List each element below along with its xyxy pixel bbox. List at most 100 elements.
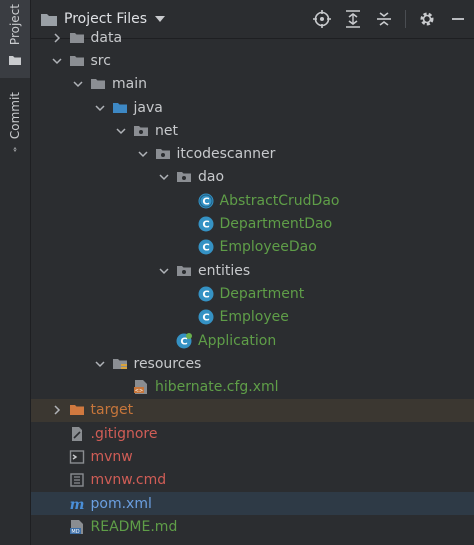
tree-node-label: EmployeeDao xyxy=(219,239,317,256)
class-icon: C xyxy=(198,216,214,232)
commit-icon xyxy=(13,147,17,152)
chevron-down-icon[interactable] xyxy=(158,265,170,277)
svg-text:C: C xyxy=(202,313,209,324)
chevron-right-icon[interactable] xyxy=(51,32,63,44)
svg-text:C: C xyxy=(202,220,209,231)
chevron-down-icon[interactable] xyxy=(94,102,106,114)
project-tree: data src main java net itcodescanner dao C Abstr… xyxy=(31,26,474,539)
abstract-class-icon: C xyxy=(198,193,214,209)
package-icon xyxy=(155,146,171,162)
svg-text:m: m xyxy=(69,497,84,512)
tree-node[interactable]: data xyxy=(31,26,474,49)
chevron-down-icon[interactable] xyxy=(137,148,149,160)
tree-node-label: .gitignore xyxy=(90,425,158,442)
tree-node[interactable]: C DepartmentDao xyxy=(31,212,474,235)
tree-node[interactable]: main xyxy=(31,73,474,96)
tree-node[interactable]: C EmployeeDao xyxy=(31,236,474,259)
tree-node[interactable]: mvnw xyxy=(31,445,474,468)
tree-node-label: dao xyxy=(198,169,225,186)
tree-node-label: pom.xml xyxy=(90,495,152,512)
folder-icon xyxy=(69,53,85,69)
chevron-down-icon xyxy=(155,16,166,22)
source-folder-icon xyxy=(112,100,128,116)
project-tool-tab[interactable]: Project xyxy=(0,0,30,78)
text-file-icon xyxy=(69,472,85,488)
tool-window-strip: Project Commit xyxy=(0,0,31,545)
view-selector[interactable]: Project Files xyxy=(41,11,166,27)
chevron-right-icon[interactable] xyxy=(51,404,63,416)
tree-node-label: DepartmentDao xyxy=(219,216,333,233)
svg-text:C: C xyxy=(202,243,209,254)
class-icon: C xyxy=(198,239,214,255)
tree-node[interactable]: C Department xyxy=(31,282,474,305)
tree-node-label: AbstractCrudDao xyxy=(219,192,340,209)
tree-node[interactable]: C Application xyxy=(31,329,474,352)
tree-node[interactable]: target xyxy=(31,398,474,423)
chevron-down-icon[interactable] xyxy=(72,78,84,90)
svg-text:C: C xyxy=(202,196,209,207)
class-icon: C xyxy=(198,286,214,302)
commit-tool-tab[interactable]: Commit xyxy=(0,88,30,158)
chevron-down-icon[interactable] xyxy=(115,125,127,137)
tree-node-label: java xyxy=(133,99,163,116)
tree-node-label: data xyxy=(90,29,123,46)
excluded-folder-icon xyxy=(69,402,85,418)
resources-folder-icon xyxy=(112,356,128,372)
tree-node[interactable]: .gitignore xyxy=(31,422,474,445)
tree-node-label: resources xyxy=(133,355,202,372)
tree-node[interactable]: entities xyxy=(31,259,474,282)
chevron-down-icon[interactable] xyxy=(94,358,106,370)
folder-icon xyxy=(41,13,57,26)
tree-node-label: entities xyxy=(198,262,251,279)
header-title: Project Files xyxy=(64,11,148,27)
tree-node[interactable]: dao xyxy=(31,166,474,189)
tree-node-label: Application xyxy=(198,332,277,349)
svg-text:C: C xyxy=(202,289,209,300)
svg-text:MD: MD xyxy=(71,529,79,535)
maven-file-icon: m xyxy=(69,496,85,513)
tree-node[interactable]: C Employee xyxy=(31,306,474,329)
tree-node[interactable]: src xyxy=(31,49,474,72)
package-icon xyxy=(176,169,192,185)
tree-node[interactable]: MD README.md xyxy=(31,515,474,538)
project-tab-label: Project xyxy=(8,4,22,46)
xml-file-icon: <> xyxy=(133,379,149,395)
package-icon xyxy=(133,123,149,139)
tree-node-label: mvnw.cmd xyxy=(90,472,167,489)
tree-node[interactable]: java xyxy=(31,96,474,119)
tree-node[interactable]: net xyxy=(31,119,474,142)
chevron-down-icon[interactable] xyxy=(158,171,170,183)
tree-node[interactable]: <> hibernate.cfg.xml xyxy=(31,375,474,398)
tree-node[interactable]: C AbstractCrudDao xyxy=(31,189,474,212)
tree-node-label: Department xyxy=(219,285,305,302)
tree-node-label: hibernate.cfg.xml xyxy=(155,379,279,396)
tree-node[interactable]: m pom.xml xyxy=(31,491,474,516)
folder-icon xyxy=(90,76,106,92)
folder-icon xyxy=(69,30,85,46)
spring-class-icon: C xyxy=(176,332,192,349)
class-icon: C xyxy=(198,309,214,325)
tree-node-label: target xyxy=(90,402,134,419)
gitignore-file-icon xyxy=(69,426,85,442)
tree-node[interactable]: resources xyxy=(31,352,474,375)
chevron-down-icon[interactable] xyxy=(51,55,63,67)
minimize-icon xyxy=(452,18,464,20)
tree-node-label: src xyxy=(90,52,111,69)
tree-node-label: mvnw xyxy=(90,448,133,465)
tree-node-label: main xyxy=(112,76,147,93)
tree-node-label: Employee xyxy=(219,309,289,326)
tree-node[interactable]: mvnw.cmd xyxy=(31,469,474,492)
markdown-file-icon: MD xyxy=(69,519,85,535)
tree-node[interactable]: itcodescanner xyxy=(31,142,474,165)
